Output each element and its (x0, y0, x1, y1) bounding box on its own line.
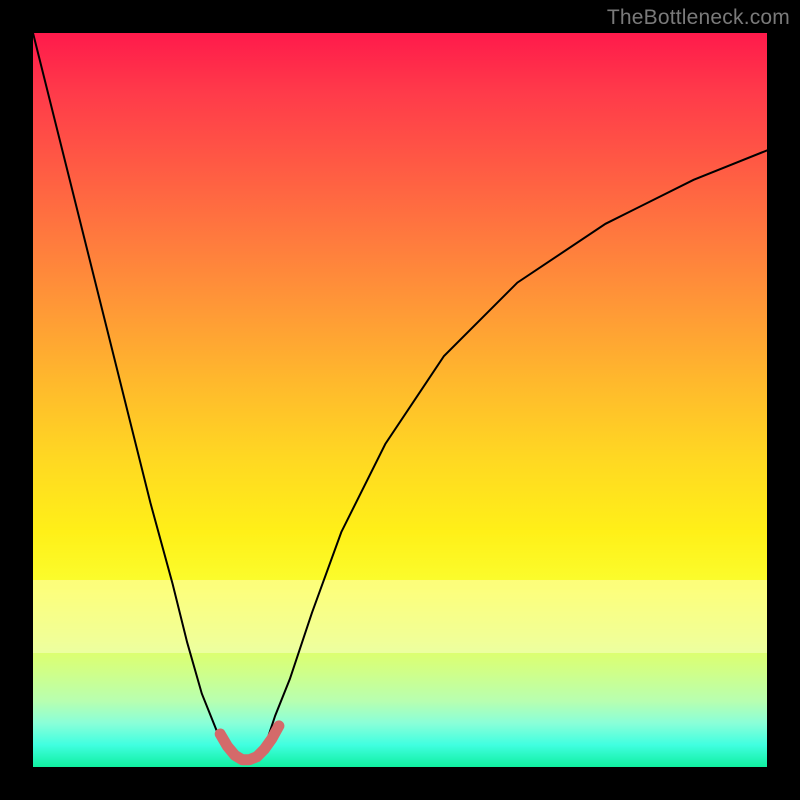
chart-plot-area (33, 33, 767, 767)
chart-svg (33, 33, 767, 767)
chart-frame: TheBottleneck.com (0, 0, 800, 800)
watermark-text: TheBottleneck.com (607, 6, 790, 30)
bottleneck-curve (33, 33, 767, 760)
optimum-marker (220, 726, 279, 760)
